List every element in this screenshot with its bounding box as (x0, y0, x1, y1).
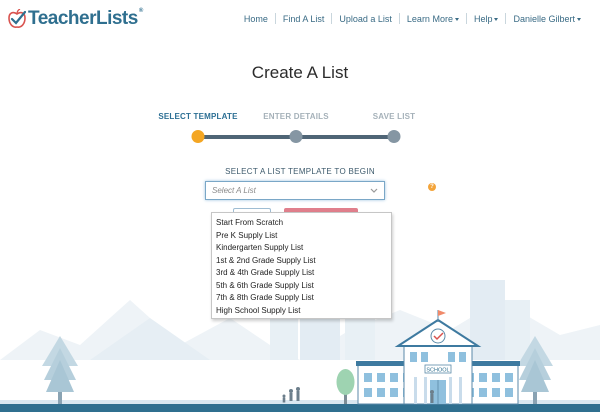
template-select-placeholder: Select A List (212, 186, 256, 195)
template-dropdown-list: Start From Scratch Pre K Supply List Kin… (211, 212, 392, 319)
option-start-from-scratch[interactable]: Start From Scratch (212, 217, 391, 230)
top-navbar: TeacherLists® Home Find A List Upload a … (0, 0, 600, 40)
option-1st-2nd-grade[interactable]: 1st & 2nd Grade Supply List (212, 255, 391, 268)
option-kindergarten[interactable]: Kindergarten Supply List (212, 242, 391, 255)
progress-steps: SELECT TEMPLATE ENTER DETAILS SAVE LIST (0, 112, 600, 152)
option-3rd-4th-grade[interactable]: 3rd & 4th Grade Supply List (212, 267, 391, 280)
school-sign: SCHOOL (426, 368, 449, 374)
main-nav: Home Find A List Upload a List Learn Mor… (237, 13, 588, 24)
nav-help[interactable]: Help (467, 14, 506, 24)
template-select[interactable]: Select A List (205, 181, 385, 200)
caret-down-icon (454, 17, 459, 21)
background-illustration: SCHOOL (0, 270, 600, 412)
nav-user-menu[interactable]: Danielle Gilbert (506, 14, 588, 24)
step-dot-enter-details (289, 130, 303, 143)
nav-learn-more[interactable]: Learn More (400, 14, 466, 24)
nav-user-name: Danielle Gilbert (513, 13, 575, 24)
nav-upload-a-list[interactable]: Upload a List (332, 14, 399, 24)
tree-green (336, 369, 355, 404)
step-label-save-list: SAVE LIST (372, 112, 416, 121)
nav-learn-more-label: Learn More (406, 13, 453, 24)
nav-help-label: Help (473, 13, 493, 24)
step-dot-save-list (387, 130, 401, 143)
option-5th-6th-grade[interactable]: 5th & 6th Grade Supply List (212, 280, 391, 293)
step-dot-select-template (191, 130, 205, 143)
brand-name: TeacherLists® (28, 8, 143, 29)
option-high-school[interactable]: High School Supply List (212, 305, 391, 318)
nav-find-a-list[interactable]: Find A List (276, 14, 332, 24)
nav-home[interactable]: Home (237, 14, 275, 24)
caret-down-icon (494, 17, 499, 21)
option-7th-8th-grade[interactable]: 7th & 8th Grade Supply List (212, 292, 391, 305)
step-label-select-template: SELECT TEMPLATE (158, 112, 238, 121)
help-icon[interactable]: ? (428, 183, 436, 191)
page-title: Create A List (251, 63, 349, 82)
step-label-enter-details: ENTER DETAILS (263, 112, 329, 121)
chevron-down-icon (370, 188, 378, 193)
brand-logo[interactable]: TeacherLists® (8, 6, 143, 32)
caret-down-icon (577, 17, 581, 21)
option-pre-k[interactable]: Pre K Supply List (212, 230, 391, 243)
template-select-label: SELECT A LIST TEMPLATE TO BEGIN (225, 167, 375, 176)
apple-check-icon (8, 9, 26, 28)
